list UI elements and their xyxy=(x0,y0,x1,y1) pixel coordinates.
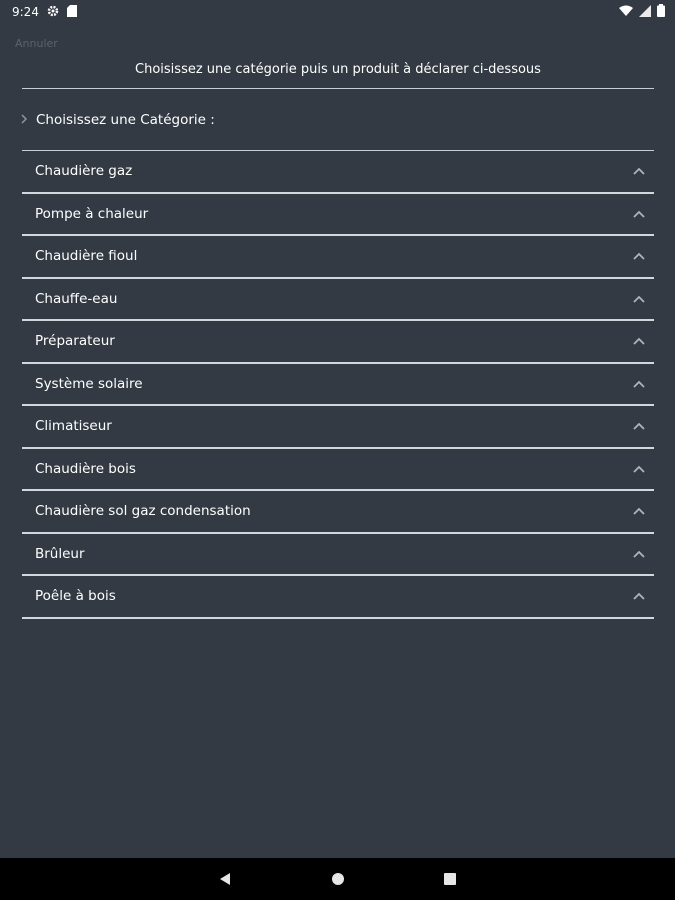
wifi-icon xyxy=(619,5,633,20)
category-row-label: Chaudière fioul xyxy=(35,248,138,265)
chevron-up-icon[interactable] xyxy=(632,419,646,433)
category-header-label: Choisissez une Catégorie : xyxy=(36,112,215,128)
category-row-label: Préparateur xyxy=(35,333,115,350)
category-row-preparateur[interactable]: Préparateur xyxy=(22,321,654,364)
category-row-chaudiere-gaz[interactable]: Chaudière gaz xyxy=(22,151,654,194)
chevron-up-icon[interactable] xyxy=(632,589,646,603)
category-row-chaudiere-fioul[interactable]: Chaudière fioul xyxy=(22,236,654,279)
divider xyxy=(22,88,654,89)
chevron-up-icon[interactable] xyxy=(632,207,646,221)
category-row-label: Climatiseur xyxy=(35,418,112,435)
clock: 9:24 xyxy=(12,5,39,19)
category-row-label: Chaudière gaz xyxy=(35,163,133,180)
category-row-chaudiere-sol-gaz-condensation[interactable]: Chaudière sol gaz condensation xyxy=(22,491,654,534)
back-icon[interactable] xyxy=(205,858,245,900)
chevron-up-icon[interactable] xyxy=(632,164,646,178)
battery-icon xyxy=(657,4,665,20)
page-title: Choisissez une catégorie puis un produit… xyxy=(135,62,541,77)
category-row-label: Chaudière bois xyxy=(35,460,136,477)
recents-icon[interactable] xyxy=(430,858,470,900)
chevron-up-icon[interactable] xyxy=(632,462,646,476)
category-row-poele-a-bois[interactable]: Poêle à bois xyxy=(22,576,654,619)
category-row-chaudiere-bois[interactable]: Chaudière bois xyxy=(22,449,654,491)
home-icon[interactable] xyxy=(318,858,358,900)
category-row-label: Pompe à chaleur xyxy=(35,205,149,222)
chevron-up-icon[interactable] xyxy=(632,377,646,391)
category-row-systeme-solaire[interactable]: Système solaire xyxy=(22,364,654,406)
sd-card-icon xyxy=(66,4,77,20)
category-row-label: Chaudière sol gaz condensation xyxy=(35,503,251,520)
category-row-label: Poêle à bois xyxy=(35,588,116,605)
category-row-label: Système solaire xyxy=(35,375,143,392)
category-row-bruleur[interactable]: Brûleur xyxy=(22,534,654,576)
chevron-up-icon[interactable] xyxy=(632,334,646,348)
chevron-up-icon[interactable] xyxy=(632,249,646,263)
category-row-label: Brûleur xyxy=(35,545,85,562)
category-header[interactable]: Choisissez une Catégorie : xyxy=(20,110,215,130)
status-left: 9:24 xyxy=(12,0,77,24)
status-bar: 9:24 xyxy=(0,0,675,24)
gear-icon xyxy=(47,5,59,20)
status-right xyxy=(619,0,665,24)
chevron-up-icon[interactable] xyxy=(632,292,646,306)
cancel-button[interactable]: Annuler xyxy=(15,37,58,50)
category-row-chauffe-eau[interactable]: Chauffe-eau xyxy=(22,279,654,321)
system-nav-bar xyxy=(0,858,675,900)
chevron-up-icon[interactable] xyxy=(632,547,646,561)
category-list: Chaudière gaz Pompe à chaleur Chaudière … xyxy=(22,151,654,619)
chevron-right-icon xyxy=(20,113,28,127)
category-row-pompe-a-chaleur[interactable]: Pompe à chaleur xyxy=(22,194,654,236)
chevron-up-icon[interactable] xyxy=(632,504,646,518)
category-row-label: Chauffe-eau xyxy=(35,290,118,307)
category-row-climatiseur[interactable]: Climatiseur xyxy=(22,406,654,449)
signal-icon xyxy=(639,4,651,20)
